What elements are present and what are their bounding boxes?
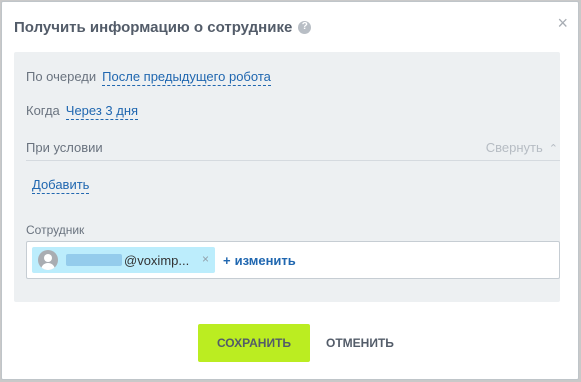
avatar [38, 250, 58, 270]
close-icon[interactable]: × [557, 14, 568, 32]
dialog-title: Получить информацию о сотруднике [14, 18, 293, 36]
condition-label: При условии [26, 140, 103, 155]
settings-panel: По очереди После предыдущего робота Когд… [14, 52, 560, 302]
redacted-name [66, 254, 122, 266]
employee-chip-name: @voximp... [66, 253, 189, 268]
remove-icon[interactable]: × [202, 252, 209, 266]
plus-icon: + [223, 253, 231, 268]
employee-chip[interactable]: @voximp... × [32, 247, 215, 273]
employee-email: @voximp... [124, 252, 190, 268]
employee-field[interactable]: @voximp... × + изменить [26, 241, 560, 279]
chevron-up-icon: ⌃ [548, 143, 558, 155]
employee-label: Сотрудник [26, 223, 85, 237]
queue-row: По очереди После предыдущего робота [26, 69, 271, 86]
condition-row: При условии Свернуть ⌃ [26, 138, 560, 161]
dialog-header: Получить информацию о сотруднике ? [14, 16, 312, 38]
collapse-button[interactable]: Свернуть ⌃ [486, 140, 558, 155]
dialog: Получить информацию о сотруднике ? × По … [1, 1, 579, 380]
change-label: изменить [234, 253, 296, 268]
help-icon[interactable]: ? [298, 20, 312, 34]
add-condition-link[interactable]: Добавить [32, 177, 90, 194]
queue-value-link[interactable]: После предыдущего робота [102, 69, 271, 86]
collapse-label: Свернуть [485, 140, 543, 155]
when-row: Когда Через 3 дня [26, 103, 139, 120]
change-employee-link[interactable]: + изменить [223, 253, 296, 268]
save-button[interactable]: СОХРАНИТЬ [198, 324, 310, 362]
queue-label: По очереди [26, 69, 97, 84]
when-label: Когда [26, 103, 60, 118]
when-value-link[interactable]: Через 3 дня [65, 103, 139, 120]
cancel-button[interactable]: ОТМЕНИТЬ [320, 324, 394, 362]
